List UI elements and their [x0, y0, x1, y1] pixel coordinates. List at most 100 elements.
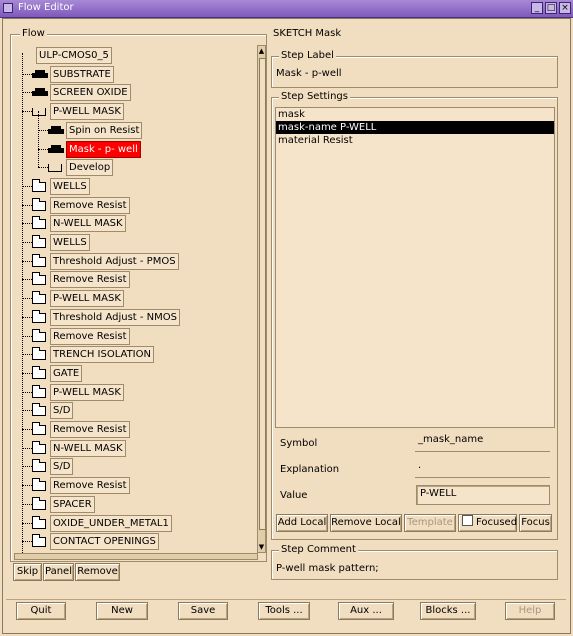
folder-icon[interactable]: [32, 366, 46, 379]
tree-node-label[interactable]: P-WELL MASK: [50, 103, 124, 120]
folder-icon[interactable]: [32, 291, 46, 304]
tree-node-label[interactable]: CONTACT OPENINGS: [50, 533, 159, 550]
tree-node-label[interactable]: OXIDE_UNDER_METAL1: [50, 515, 172, 532]
tree-node[interactable]: Spin on Resist: [14, 122, 254, 139]
scroll-down-icon[interactable]: ▼: [258, 543, 265, 551]
tree-node[interactable]: N-WELL MASK: [14, 215, 254, 232]
folder-icon[interactable]: [32, 534, 46, 547]
folder-icon[interactable]: [32, 441, 46, 454]
tree-vertical-scrollbar[interactable]: ▲ ▼: [257, 45, 266, 553]
folder-icon[interactable]: [32, 310, 46, 323]
close-icon[interactable]: ×: [559, 2, 571, 14]
tree-node-label[interactable]: SUBSTRATE: [50, 66, 114, 83]
tree-node[interactable]: ULP-CMOS0_5: [14, 47, 254, 64]
tree-node[interactable]: SPACER: [14, 496, 254, 513]
tree-node-label[interactable]: Remove Resist: [50, 271, 130, 288]
open-folder-icon[interactable]: [48, 164, 62, 172]
focus-button[interactable]: Focus: [519, 514, 552, 532]
folder-icon[interactable]: [32, 422, 46, 435]
tree-node[interactable]: SCREEN OXIDE: [14, 84, 254, 101]
tree-node[interactable]: Remove Resist: [14, 421, 254, 438]
folder-icon[interactable]: [32, 272, 46, 285]
flow-tree[interactable]: ULP-CMOS0_5 SUBSTRATE SCREEN OXIDE P-WELL M…: [14, 45, 254, 553]
folder-icon[interactable]: [32, 198, 46, 211]
tree-node-label[interactable]: Threshold Adjust - PMOS: [50, 253, 179, 270]
tree-node[interactable]: TRENCH ISOLATION: [14, 346, 254, 363]
tree-node-label[interactable]: Remove Resist: [50, 477, 130, 494]
tree-node[interactable]: SUBSTRATE: [14, 66, 254, 83]
step-icon[interactable]: [32, 70, 48, 78]
help-button[interactable]: Help: [505, 602, 555, 620]
remove-button[interactable]: Remove: [75, 563, 120, 581]
new-button[interactable]: New: [96, 602, 148, 620]
tree-node-label[interactable]: Develop: [66, 159, 114, 176]
skip-button[interactable]: Skip: [13, 563, 42, 581]
tree-node-label[interactable]: Remove Resist: [50, 421, 130, 438]
remove-local-button[interactable]: Remove Local: [330, 514, 402, 532]
open-folder-icon[interactable]: [32, 108, 46, 116]
aux-button[interactable]: Aux ...: [338, 602, 394, 620]
folder-icon[interactable]: [32, 385, 46, 398]
folder-icon[interactable]: [32, 516, 46, 529]
scroll-thumb[interactable]: [259, 58, 266, 530]
tree-node-label[interactable]: Remove Resist: [50, 197, 130, 214]
tree-node[interactable]: Develop: [14, 159, 254, 176]
tree-node[interactable]: S/D: [14, 402, 254, 419]
settings-list-item[interactable]: mask: [276, 108, 554, 121]
step-icon[interactable]: [32, 88, 48, 96]
panel-button[interactable]: Panel: [43, 563, 74, 581]
settings-list-item[interactable]: material Resist: [276, 134, 554, 147]
add-local-button[interactable]: Add Local: [276, 514, 328, 532]
settings-list[interactable]: mask mask-name P-WELL material Resist: [275, 107, 555, 428]
tree-node-label-selected[interactable]: Mask - p- well: [66, 141, 141, 158]
folder-icon[interactable]: [32, 403, 46, 416]
tree-node-label[interactable]: P-WELL MASK: [50, 384, 124, 401]
blocks-button[interactable]: Blocks ...: [420, 602, 476, 620]
tree-node-label[interactable]: SPACER: [50, 496, 95, 513]
tree-node[interactable]: Threshold Adjust - PMOS: [14, 253, 254, 270]
folder-icon[interactable]: [32, 478, 46, 491]
window-titlebar[interactable]: Flow Editor _ □ ×: [0, 0, 573, 18]
tree-node[interactable]: Remove Resist: [14, 477, 254, 494]
value-input[interactable]: P-WELL: [416, 485, 550, 505]
tree-node-label[interactable]: N-WELL MASK: [50, 215, 126, 232]
tree-node[interactable]: Remove Resist: [14, 197, 254, 214]
tree-node-label[interactable]: Threshold Adjust - NMOS: [50, 309, 181, 326]
tree-node-label[interactable]: WELLS: [50, 234, 90, 251]
tree-node[interactable]: CONTACT OPENINGS: [14, 533, 254, 550]
folder-icon[interactable]: [32, 216, 46, 229]
step-comment-input[interactable]: P-well mask pattern;: [276, 563, 379, 574]
tree-node[interactable]: GATE: [14, 365, 254, 382]
tree-node[interactable]: P-WELL MASK: [14, 290, 254, 307]
focused-checkbox[interactable]: Focused: [458, 514, 517, 532]
folder-icon[interactable]: [32, 459, 46, 472]
tree-node[interactable]: Remove Resist: [14, 271, 254, 288]
tree-node[interactable]: P-WELL MASK: [14, 103, 254, 120]
maximize-icon[interactable]: □: [545, 2, 557, 14]
tree-node[interactable]: P-WELL MASK: [14, 384, 254, 401]
folder-icon[interactable]: [32, 497, 46, 510]
tree-node-label[interactable]: N-WELL MASK: [50, 440, 126, 457]
tree-node-label[interactable]: SCREEN OXIDE: [50, 84, 131, 101]
tree-node[interactable]: OXIDE_UNDER_METAL1: [14, 515, 254, 532]
folder-icon[interactable]: [32, 235, 46, 248]
tree-node-label[interactable]: P-WELL MASK: [50, 290, 124, 307]
template-button[interactable]: Template: [404, 514, 456, 532]
tree-node-label[interactable]: GATE: [50, 365, 83, 382]
tree-node-label[interactable]: TRENCH ISOLATION: [50, 346, 154, 363]
checkbox-icon[interactable]: [462, 515, 473, 526]
tree-node-label[interactable]: S/D: [50, 458, 74, 475]
save-button[interactable]: Save: [178, 602, 228, 620]
tree-node[interactable]: S/D: [14, 458, 254, 475]
quit-button[interactable]: Quit: [16, 602, 66, 620]
tree-node[interactable]: WELLS: [14, 234, 254, 251]
tree-node[interactable]: Threshold Adjust - NMOS: [14, 309, 254, 326]
step-label-input[interactable]: Mask - p-well: [276, 68, 342, 79]
minimize-icon[interactable]: _: [531, 2, 543, 14]
tree-node[interactable]: Mask - p- well: [14, 141, 254, 158]
tree-node-label[interactable]: S/D: [50, 402, 74, 419]
step-icon[interactable]: [48, 145, 64, 153]
tree-node-label[interactable]: ULP-CMOS0_5: [36, 47, 112, 64]
settings-list-item[interactable]: mask-name P-WELL: [276, 121, 554, 134]
explanation-field[interactable]: .: [415, 458, 550, 478]
